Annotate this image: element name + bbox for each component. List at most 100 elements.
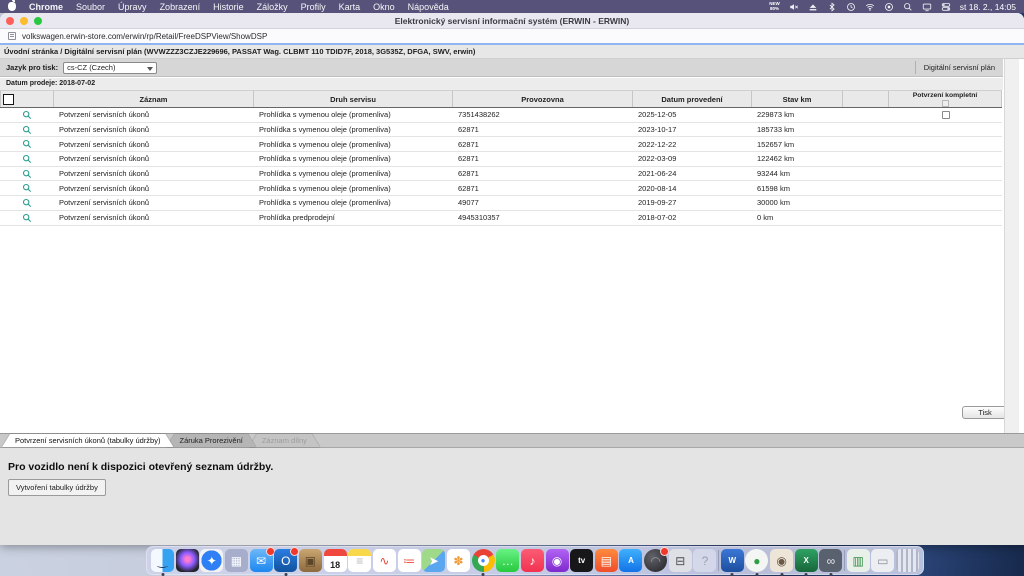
workshop-cell: 62871 (453, 184, 633, 193)
page-content: Jazyk pro tisk: cs-CZ (Czech) Digitální … (0, 59, 1024, 545)
dock-maps-icon[interactable]: ➤ (422, 549, 445, 572)
magnifier-icon[interactable] (22, 183, 32, 193)
dock-podcasts-icon[interactable]: ◉ (546, 549, 569, 572)
menubar-item-úpravy[interactable]: Úpravy (118, 2, 147, 12)
mileage-cell: 229873 km (752, 110, 843, 119)
dock-reminders-icon[interactable]: ≔ (398, 549, 421, 572)
service-type-cell: Prohlídka s vymenou oleje (promenliva) (254, 154, 453, 163)
dock-tray-app-icon[interactable]: ▭ (871, 549, 894, 572)
language-label: Jazyk pro tisk: (6, 63, 58, 72)
column-header-stav-km: Stav km (752, 91, 843, 107)
dock-gimp-icon[interactable]: ◉ (770, 549, 793, 572)
dock-app-store-icon[interactable]: A (619, 549, 642, 572)
dock-separator (844, 550, 845, 571)
dock-icon-glyph: O (281, 555, 290, 567)
spotlight-icon[interactable] (903, 2, 913, 12)
dock-photo-booth-icon[interactable]: ▣ (299, 549, 322, 572)
dock-books-icon[interactable]: ▤ (595, 549, 618, 572)
mileage-cell: 61598 km (752, 184, 843, 193)
dock-remote-utility-app-icon[interactable]: ∞ (819, 549, 842, 572)
menubar-item-historie[interactable]: Historie (213, 2, 244, 12)
dock-printer-utility-icon[interactable]: ⊟ (669, 549, 692, 572)
table-row: Potvrzení servisních úkonůProhlídka s vy… (0, 137, 1002, 152)
wifi-icon[interactable] (865, 2, 875, 12)
display-icon[interactable] (922, 2, 932, 12)
workshop-cell: 62871 (453, 125, 633, 134)
url-bar[interactable]: volkswagen.erwin-store.com/erwin/rp/Reta… (0, 29, 1024, 45)
magnifier-icon[interactable] (22, 139, 32, 149)
dock-icon-strip (324, 549, 347, 556)
notification-badge (290, 547, 299, 556)
menubar-item-nápověda[interactable]: Nápověda (408, 2, 449, 12)
menubar-item-soubor[interactable]: Soubor (76, 2, 105, 12)
confirm-complete-checkbox[interactable] (942, 111, 950, 119)
clock-icon[interactable] (846, 2, 856, 12)
dock-vehicle-inspection-app-icon[interactable]: ● (745, 549, 768, 572)
tab-2[interactable]: Záruka Prorezivění (166, 434, 255, 447)
bluetooth-icon[interactable] (827, 2, 837, 12)
control-center-icon[interactable] (941, 2, 951, 12)
scrollbar[interactable] (1004, 59, 1019, 433)
menubar-item-profily[interactable]: Profily (301, 2, 326, 12)
table-row: Potvrzení servisních úkonůProhlídka pred… (0, 211, 1002, 226)
dock-missing-app-icon[interactable]: ? (693, 549, 716, 572)
dock-launchpad-icon[interactable]: ▦ (225, 549, 248, 572)
dock-chrome-icon[interactable]: ● (472, 549, 495, 572)
date-cell: 2019-09-27 (633, 198, 752, 207)
magnifier-icon[interactable] (22, 169, 32, 179)
language-select[interactable]: cs-CZ (Czech) (63, 62, 157, 74)
dock-excel-icon[interactable]: X (795, 549, 818, 572)
dock-outlook-icon[interactable]: O (274, 549, 297, 572)
print-button[interactable]: Tisk (962, 406, 1008, 419)
screen-record-icon[interactable] (884, 2, 894, 12)
language-select-value: cs-CZ (Czech) (67, 63, 115, 72)
dock-tool-app-icon[interactable]: ▥ (847, 549, 870, 572)
record-cell: Potvrzení servisních úkonů (54, 140, 254, 149)
dock-siri-icon[interactable] (176, 549, 199, 572)
table-row: Potvrzení servisních úkonůProhlídka s vy… (0, 123, 1002, 138)
magnifier-icon[interactable] (22, 154, 32, 164)
magnifier-icon[interactable] (22, 198, 32, 208)
dock-stocks-chart-icon[interactable]: ∿ (373, 549, 396, 572)
vpn-badge-line2: 80% (769, 7, 780, 12)
dock-apple-tv-icon[interactable]: tv (570, 549, 593, 572)
create-maintenance-table-button[interactable]: Vytvoření tabulky údržby (8, 479, 106, 496)
url-text[interactable]: volkswagen.erwin-store.com/erwin/rp/Reta… (22, 32, 267, 41)
magnifier-icon[interactable] (22, 213, 32, 223)
dock-photos-icon[interactable]: ✽ (447, 549, 470, 572)
window-titlebar[interactable]: Elektronický servisní informační systém … (0, 13, 1024, 29)
dock-mail-icon[interactable]: ✉ (250, 549, 273, 572)
mileage-cell: 152657 km (752, 140, 843, 149)
service-type-cell: Prohlídka s vymenou oleje (promenliva) (254, 140, 453, 149)
header-select-box (3, 94, 14, 105)
volume-muted-icon[interactable] (789, 2, 799, 12)
column-header-potvrzení-kompletní: Potvrzení kompletní (889, 91, 1002, 107)
magnifier-icon[interactable] (22, 110, 32, 120)
tab-1[interactable]: Potvrzení servisních úkonů (tabulky údrž… (2, 434, 173, 447)
magnifier-icon[interactable] (22, 125, 32, 135)
apple-menu-icon[interactable] (8, 2, 16, 11)
menubar-item-záložky[interactable]: Záložky (257, 2, 288, 12)
dock-music-icon[interactable]: ♪ (521, 549, 544, 572)
table-row: Potvrzení servisních úkonůProhlídka s vy… (0, 167, 1002, 182)
dock-safari-icon[interactable]: ✦ (200, 549, 223, 572)
menubar-clock[interactable]: st 18. 2., 14:05 (960, 2, 1016, 12)
dock-calendar-icon[interactable]: 18 (324, 549, 347, 572)
dock-finder-icon[interactable]: ‿ (151, 549, 174, 572)
vpn-badge[interactable]: NEW 80% (769, 2, 780, 12)
dock-trash-icon[interactable] (896, 549, 919, 572)
dock-dark-sphere-app-icon[interactable]: ◠ (644, 549, 667, 572)
record-cell: Potvrzení servisních úkonů (54, 125, 254, 134)
menubar-item-karta[interactable]: Karta (339, 2, 361, 12)
menubar-item-zobrazení[interactable]: Zobrazení (160, 2, 201, 12)
menubar-item-chrome[interactable]: Chrome (29, 2, 63, 12)
dock-icon-glyph: ➤ (429, 555, 439, 567)
dock-messages-icon[interactable]: … (496, 549, 519, 572)
dock-notes-icon[interactable]: ≡ (348, 549, 371, 572)
dock-icon-glyph: ♪ (529, 555, 535, 567)
maintenance-panel: Pro vozidlo není k dispozici otevřený se… (0, 448, 1024, 545)
menubar-item-okno[interactable]: Okno (373, 2, 395, 12)
dock-word-icon[interactable]: W (721, 549, 744, 572)
date-cell: 2021-06-24 (633, 169, 752, 178)
eject-icon[interactable] (808, 2, 818, 12)
